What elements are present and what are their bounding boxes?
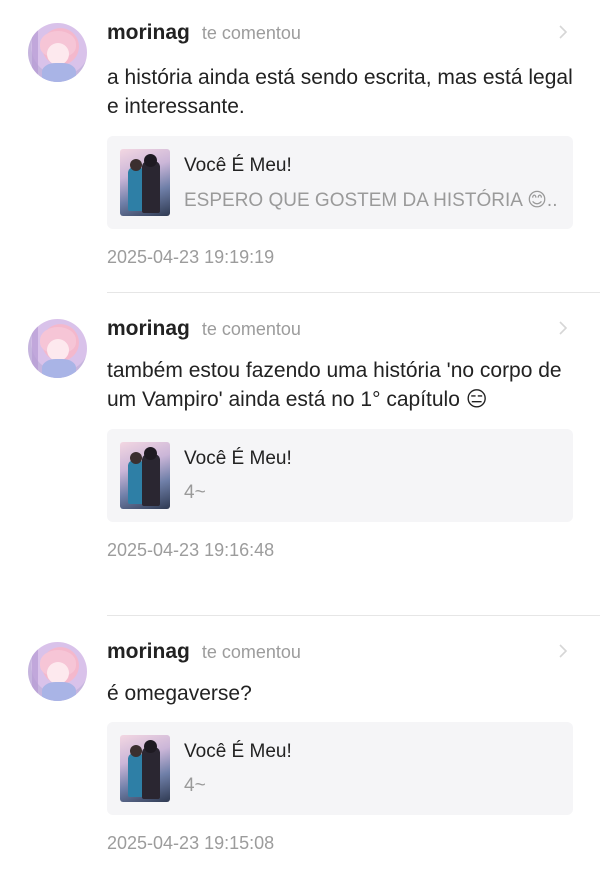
divider	[107, 292, 600, 293]
action-text: te comentou	[201, 22, 301, 43]
chevron-right-icon[interactable]	[556, 321, 570, 335]
action-text: te comentou	[201, 641, 301, 662]
story-excerpt: 4~	[184, 482, 206, 503]
notification-item[interactable]: morinag te comentou também estou fazendo…	[0, 314, 600, 561]
story-cover	[120, 442, 170, 509]
action-text: te comentou	[201, 318, 301, 339]
comment-text: é omegaverse?	[107, 682, 252, 705]
story-title: Você É Meu!	[184, 448, 292, 469]
username[interactable]: morinag	[107, 317, 190, 341]
comment-text: também estou fazendo uma história 'no co…	[107, 359, 562, 411]
chevron-right-icon[interactable]	[556, 25, 570, 39]
story-excerpt: ESPERO QUE GOSTEM DA HISTÓRIA 😊...	[184, 190, 559, 211]
timestamp: 2025-04-23 19:15:08	[107, 833, 275, 853]
timestamp: 2025-04-23 19:19:19	[107, 247, 275, 267]
story-cover	[120, 735, 170, 802]
username[interactable]: morinag	[107, 640, 190, 664]
notification-header: morinag te comentou	[107, 314, 573, 344]
notification-header: morinag te comentou	[107, 18, 573, 48]
story-card[interactable]: Você É Meu! 4~	[107, 722, 573, 815]
timestamp: 2025-04-23 19:16:48	[107, 540, 275, 560]
notification-item[interactable]: morinag te comentou é omegaverse? Você É…	[0, 637, 600, 854]
story-cover	[120, 149, 170, 216]
notification-item[interactable]: morinag te comentou a história ainda est…	[0, 0, 600, 268]
story-title: Você É Meu!	[184, 155, 292, 176]
notification-feed: morinag te comentou a história ainda est…	[0, 0, 600, 853]
story-excerpt: 4~	[184, 775, 206, 796]
username[interactable]: morinag	[107, 21, 190, 45]
avatar[interactable]	[28, 642, 87, 701]
comment-text: a história ainda está sendo escrita, mas…	[107, 66, 573, 118]
avatar[interactable]	[28, 23, 87, 82]
notification-header: morinag te comentou	[107, 637, 573, 667]
chevron-right-icon[interactable]	[556, 644, 570, 658]
story-card[interactable]: Você É Meu! ESPERO QUE GOSTEM DA HISTÓRI…	[107, 136, 573, 229]
avatar[interactable]	[28, 319, 87, 378]
divider	[107, 615, 600, 616]
story-card[interactable]: Você É Meu! 4~	[107, 429, 573, 522]
story-title: Você É Meu!	[184, 741, 292, 762]
